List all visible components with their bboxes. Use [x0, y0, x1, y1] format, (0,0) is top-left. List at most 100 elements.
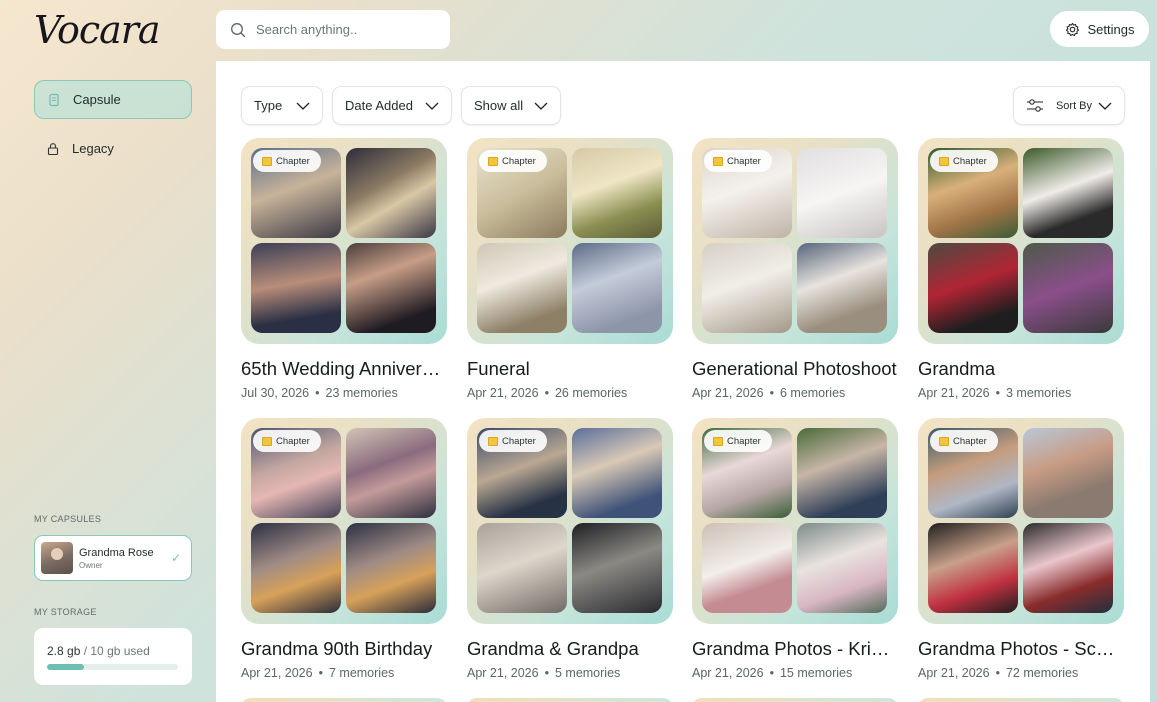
sidebar-item-capsule[interactable]: Capsule [34, 80, 192, 119]
chapter-badge: Chapter [479, 430, 547, 452]
chapter-date: Apr 21, 2026 [692, 666, 764, 680]
separator-dot: • [769, 666, 774, 680]
check-icon: ✓ [170, 551, 181, 565]
folder-icon [713, 436, 723, 446]
chapter-date: Apr 21, 2026 [918, 666, 990, 680]
memory-photo [797, 243, 887, 333]
capsule-switcher[interactable]: Grandma Rose Owner ✓ [34, 535, 192, 581]
folder-icon [939, 436, 949, 446]
chapter-title[interactable]: Grandma & Grandpa [467, 638, 673, 660]
storage-progress-fill [47, 664, 84, 670]
settings-button[interactable]: Settings [1050, 11, 1149, 47]
folder-icon [488, 436, 498, 446]
chapter-card[interactable]: Chapter 65th Wedding Anniversary Jul 30, 2… [241, 138, 447, 400]
memory-photo [572, 243, 662, 333]
chapter-badge-label: Chapter [727, 155, 761, 167]
memory-photo [797, 428, 887, 518]
chapter-card[interactable]: Chapter Grandma Photos - Scanned Apr 21, 2… [918, 418, 1124, 680]
chapter-thumbnail[interactable]: Chapter [918, 418, 1124, 624]
chapter-thumbnail[interactable]: Chapter [692, 138, 898, 344]
chapter-card[interactable]: Chapter Generational Photoshoot Apr 21, 20… [692, 138, 898, 400]
memory-count: 72 memories [1005, 666, 1079, 680]
chapter-card[interactable]: Chapter Grandma Photos - Kristen Apr 21, 2… [692, 418, 898, 680]
sidebar-item-legacy[interactable]: Legacy [34, 129, 192, 168]
lock-icon [46, 142, 60, 156]
my-storage-heading: MY STORAGE [34, 607, 97, 617]
separator-dot: • [544, 386, 549, 400]
sort-by-dropdown[interactable]: Sort By [1013, 86, 1125, 125]
chapter-title[interactable]: 65th Wedding Anniversary [241, 358, 447, 380]
separator-dot: • [995, 386, 1000, 400]
chapter-badge: Chapter [253, 150, 321, 172]
chapter-title[interactable]: Grandma Photos - Kristen [692, 638, 898, 660]
memory-photo [797, 523, 887, 613]
chapter-card[interactable]: Chapter Grandma & Grandpa Apr 21, 2026 • 5 m… [467, 418, 673, 680]
memory-photo [572, 148, 662, 238]
chapter-thumbnail[interactable]: Chapter [467, 418, 673, 624]
chapter-meta: Apr 21, 2026 • 6 memories [692, 386, 898, 400]
memory-photo [346, 148, 436, 238]
chapter-badge-label: Chapter [502, 155, 536, 167]
chapter-date: Apr 21, 2026 [241, 666, 313, 680]
chapter-title[interactable]: Grandma Photos - Scanned [918, 638, 1124, 660]
sliders-icon [1026, 98, 1044, 114]
chapter-title[interactable]: Grandma [918, 358, 1124, 380]
chapter-thumbnail[interactable]: Chapter [467, 138, 673, 344]
chevron-down-icon [296, 102, 310, 110]
memory-count: 3 memories [1005, 386, 1072, 400]
memory-photo [572, 428, 662, 518]
chapter-title[interactable]: Generational Photoshoot [692, 358, 898, 380]
chapter-meta: Apr 21, 2026 • 15 memories [692, 666, 898, 680]
capsule-icon [47, 93, 61, 107]
main-content: Type Date Added Show all Sort By Chapter… [216, 61, 1150, 702]
chapter-meta: Apr 21, 2026 • 72 memories [918, 666, 1124, 680]
chapter-title[interactable]: Grandma 90th Birthday [241, 638, 447, 660]
chapter-badge: Chapter [930, 430, 998, 452]
chapter-thumbnail[interactable]: Chapter [692, 418, 898, 624]
memory-photo [1023, 148, 1113, 238]
chapter-badge-label: Chapter [953, 435, 987, 447]
chapter-card[interactable]: Chapter Grandma Apr 21, 2026 • 3 memories [918, 138, 1124, 400]
chapter-title[interactable]: Funeral [467, 358, 673, 380]
chapter-thumbnail[interactable]: Chapter [918, 138, 1124, 344]
separator-dot: • [544, 666, 549, 680]
date-added-filter-dropdown[interactable]: Date Added [332, 86, 452, 125]
app-logo[interactable]: Vocara [34, 8, 161, 52]
filter-label: Show all [474, 98, 524, 113]
chapter-badge-label: Chapter [276, 155, 310, 167]
chapter-thumbnail[interactable]: Chapter [241, 138, 447, 344]
folder-icon [262, 156, 272, 166]
memory-photo [1023, 523, 1113, 613]
chapter-thumbnail[interactable]: Chapter [241, 418, 447, 624]
chevron-down-icon [534, 102, 548, 110]
search-placeholder: Search anything.. [256, 22, 358, 37]
chapter-meta: Jul 30, 2026 • 23 memories [241, 386, 447, 400]
memory-count: 23 memories [325, 386, 398, 400]
filter-label: Sort By [1055, 99, 1093, 112]
chapter-card[interactable]: Chapter Grandma 90th Birthday Apr 21, 2026… [241, 418, 447, 680]
separator-dot: • [995, 666, 1000, 680]
chapter-badge-label: Chapter [953, 155, 987, 167]
memory-count: 26 memories [554, 386, 628, 400]
gear-icon [1065, 22, 1080, 37]
show-all-filter-dropdown[interactable]: Show all [461, 86, 561, 125]
memory-photo [477, 243, 567, 333]
folder-icon [939, 156, 949, 166]
storage-progress-bar [47, 664, 178, 670]
memory-photo [572, 523, 662, 613]
storage-usage: 2.8 gb / 10 gb used [47, 644, 179, 658]
search-input[interactable]: Search anything.. [216, 10, 450, 49]
chapter-meta: Apr 21, 2026 • 26 memories [467, 386, 673, 400]
separator-dot: • [315, 386, 320, 400]
chapter-card[interactable]: Chapter Funeral Apr 21, 2026 • 26 memories [467, 138, 673, 400]
chapter-badge: Chapter [704, 150, 772, 172]
chapter-meta: Apr 21, 2026 • 3 memories [918, 386, 1124, 400]
memory-photo [928, 243, 1018, 333]
separator-dot: • [769, 386, 774, 400]
memory-photo [1023, 428, 1113, 518]
memory-photo [797, 148, 887, 238]
storage-used: 2.8 gb [47, 644, 81, 658]
memory-photo [702, 523, 792, 613]
memory-count: 7 memories [328, 666, 395, 680]
type-filter-dropdown[interactable]: Type [241, 86, 323, 125]
